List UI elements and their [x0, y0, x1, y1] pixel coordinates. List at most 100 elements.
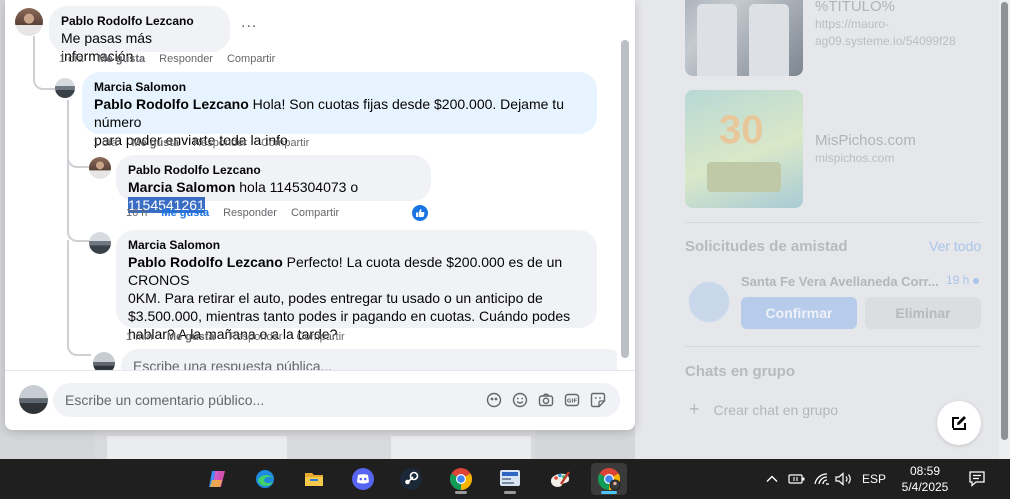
- ad-thumbnail[interactable]: 30: [685, 90, 803, 208]
- file-explorer-app[interactable]: [296, 463, 332, 495]
- ad-title: MisPichos.com: [815, 132, 916, 149]
- news-icon: [500, 470, 520, 486]
- divider: [685, 222, 981, 223]
- svg-text:GIF: GIF: [567, 399, 578, 405]
- sticker-icon[interactable]: [586, 388, 610, 412]
- share-button[interactable]: Compartir: [291, 207, 339, 219]
- dialog-scrollbar[interactable]: [621, 40, 629, 358]
- right-sidebar: %TITULO% https://mauro- ag09.systeme.io/…: [635, 0, 999, 459]
- news-app[interactable]: [492, 463, 528, 495]
- discord-icon: [352, 468, 374, 490]
- comment-time[interactable]: 1 día: [59, 53, 83, 65]
- see-all-link[interactable]: Ver todo: [929, 238, 981, 254]
- show-hidden-icons[interactable]: [765, 459, 779, 499]
- comment-input[interactable]: [65, 392, 480, 408]
- edge-app[interactable]: [247, 463, 283, 495]
- avatar[interactable]: [89, 157, 111, 179]
- like-button[interactable]: Me gusta: [97, 53, 145, 65]
- comment-author[interactable]: Pablo Rodolfo Lezcano: [61, 13, 218, 29]
- reply-bubble: Marcia Salomon Pablo Rodolfo Lezcano Hol…: [82, 72, 597, 148]
- divider: [685, 346, 981, 347]
- notification-icon: [969, 471, 985, 487]
- new-message-button[interactable]: [937, 401, 981, 445]
- camera-icon[interactable]: [534, 388, 558, 412]
- comment-time[interactable]: 1 día: [93, 137, 117, 149]
- sponsored-ad-1[interactable]: %TITULO% https://mauro- ag09.systeme.io/…: [685, 0, 956, 76]
- reply-bubble: Pablo Rodolfo Lezcano Marcia Salomon hol…: [116, 155, 431, 213]
- like-reaction-icon[interactable]: [412, 205, 428, 221]
- user-avatar[interactable]: [19, 385, 48, 414]
- chrome-app[interactable]: [443, 463, 479, 495]
- more-options-icon[interactable]: ...: [241, 14, 257, 32]
- battery-status[interactable]: [788, 459, 806, 499]
- paint-app[interactable]: [542, 463, 578, 495]
- copilot-app[interactable]: [199, 463, 235, 495]
- thread-line: [33, 48, 55, 90]
- background-feed: [95, 430, 535, 459]
- ad-title: %TITULO%: [815, 0, 896, 15]
- reply-button[interactable]: Responder: [193, 137, 247, 149]
- comment-time[interactable]: 16 h: [126, 207, 147, 219]
- avatar[interactable]: [89, 232, 111, 254]
- mention[interactable]: Pablo Rodolfo Lezcano: [128, 254, 283, 270]
- plus-icon: +: [689, 399, 700, 419]
- comment-bubble: Pablo Rodolfo Lezcano Me pasas más infor…: [49, 6, 230, 64]
- thread-line: [67, 100, 69, 140]
- reply-button[interactable]: Responder: [229, 331, 283, 343]
- reply-input[interactable]: Escribe una respuesta pública...: [121, 349, 617, 370]
- steam-icon: [400, 468, 422, 490]
- speaker-icon: [835, 472, 851, 486]
- discord-app[interactable]: [345, 463, 381, 495]
- avatar[interactable]: [55, 78, 75, 98]
- friend-request-time: 19 h: [946, 273, 970, 287]
- reply-button[interactable]: Responder: [223, 207, 277, 219]
- create-group-chat-button[interactable]: + Crear chat en grupo: [689, 399, 838, 420]
- avatar[interactable]: [93, 352, 115, 370]
- mention[interactable]: Marcia Salomon: [128, 179, 235, 195]
- wifi-status[interactable]: [813, 459, 831, 499]
- share-button[interactable]: Compartir: [296, 331, 344, 343]
- comment-text: Pablo Rodolfo Lezcano Perfecto! La cuota…: [128, 254, 571, 342]
- thread-line: [67, 240, 91, 356]
- chrome-icon: [450, 468, 472, 490]
- input-language[interactable]: ESP: [862, 472, 886, 486]
- sponsored-ad-2[interactable]: 30 MisPichos.com mispichos.com: [685, 90, 916, 208]
- steam-app[interactable]: [393, 463, 429, 495]
- windows-taskbar: ESP 08:59 5/4/2025: [0, 459, 1010, 499]
- volume-status[interactable]: [835, 459, 853, 499]
- comment-author[interactable]: Marcia Salomon: [94, 79, 585, 95]
- mention[interactable]: Pablo Rodolfo Lezcano: [94, 96, 249, 112]
- ad-thumbnail[interactable]: [685, 0, 803, 76]
- share-button[interactable]: Compartir: [261, 137, 309, 149]
- comment-composer: GIF: [5, 370, 635, 430]
- avatar-sticker-icon[interactable]: [482, 388, 506, 412]
- wifi-icon: [814, 473, 829, 485]
- share-button[interactable]: Compartir: [227, 53, 275, 65]
- comment-actions: 16 h Me gusta Responder Compartir: [126, 207, 353, 219]
- comment-author[interactable]: Marcia Salomon: [128, 237, 585, 253]
- comment-input-box[interactable]: GIF: [53, 383, 620, 417]
- reply-button[interactable]: Responder: [159, 53, 213, 65]
- page-scrollbar[interactable]: [999, 0, 1010, 459]
- thread-line: [67, 160, 89, 242]
- friend-request-name[interactable]: Santa Fe Vera Avellaneda Corr...: [741, 274, 939, 289]
- comment-thread: Pablo Rodolfo Lezcano Me pasas más infor…: [5, 0, 617, 370]
- friend-request-avatar[interactable]: [688, 281, 730, 323]
- friend-requests-title: Solicitudes de amistad: [685, 238, 848, 255]
- chrome-profile-app[interactable]: [591, 463, 627, 495]
- comment-author[interactable]: Pablo Rodolfo Lezcano: [128, 162, 419, 178]
- delete-button[interactable]: Eliminar: [865, 297, 981, 329]
- notification-center[interactable]: [968, 459, 986, 499]
- avatar[interactable]: [15, 8, 43, 36]
- comment-time[interactable]: 1 min: [126, 331, 153, 343]
- like-button[interactable]: Me gusta: [131, 137, 179, 149]
- gif-icon[interactable]: GIF: [560, 388, 584, 412]
- confirm-button[interactable]: Confirmar: [741, 297, 857, 329]
- emoji-icon[interactable]: [508, 388, 532, 412]
- clock-date: 5/4/2025: [901, 480, 949, 494]
- comment-actions: 1 día Me gusta Responder Compartir: [59, 53, 289, 65]
- like-button[interactable]: Me gusta: [167, 331, 215, 343]
- system-clock[interactable]: 08:59 5/4/2025: [888, 463, 962, 495]
- ad-url: ag09.systeme.io/54099f28: [815, 34, 956, 48]
- like-button[interactable]: Me gusta: [161, 207, 209, 219]
